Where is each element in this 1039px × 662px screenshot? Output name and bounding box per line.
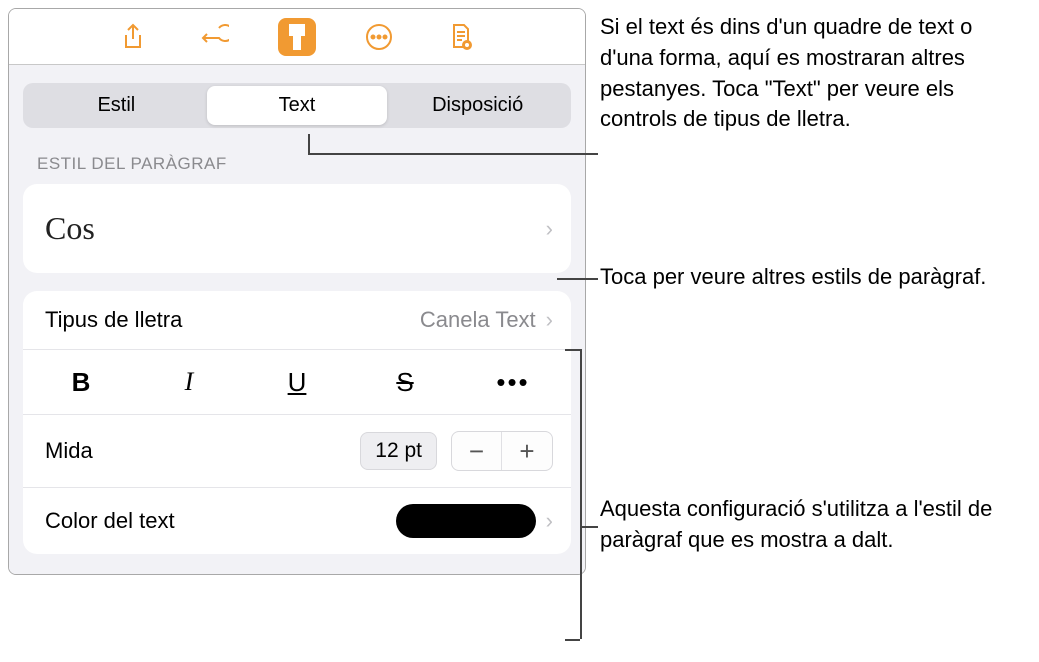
text-style-buttons: B I U S ••• xyxy=(23,350,571,415)
paragraph-style-name: Cos xyxy=(45,210,95,247)
text-color-label: Color del text xyxy=(45,508,175,534)
annotation-paragraph: Toca per veure altres estils de paràgraf… xyxy=(600,262,1020,293)
font-label: Tipus de lletra xyxy=(45,307,182,333)
text-color-row[interactable]: Color del text › xyxy=(23,488,571,554)
font-value-wrap: Canela Text › xyxy=(420,307,553,333)
size-value[interactable]: 12 pt xyxy=(360,432,437,470)
paragraph-style-row[interactable]: Cos › xyxy=(23,184,571,273)
size-increase-button[interactable]: + xyxy=(502,432,552,470)
annotation-tabs: Si el text és dins d'un quadre de text o… xyxy=(600,12,1020,135)
paragraph-style-card: Cos › xyxy=(23,184,571,273)
format-panel: Estil Text Disposició ESTIL DEL PARÀGRAF… xyxy=(8,8,586,575)
color-swatch[interactable] xyxy=(396,504,536,538)
callout-line xyxy=(308,153,598,155)
underline-button[interactable]: U xyxy=(257,360,337,404)
chevron-right-icon: › xyxy=(546,216,553,242)
chevron-right-icon: › xyxy=(546,307,553,333)
share-button[interactable] xyxy=(114,18,152,56)
size-decrease-button[interactable]: − xyxy=(452,432,502,470)
font-settings-card: Tipus de lletra Canela Text › B I U S ••… xyxy=(23,291,571,554)
chevron-right-icon: › xyxy=(546,508,553,534)
document-icon xyxy=(449,23,473,51)
paragraph-section-label: ESTIL DEL PARÀGRAF xyxy=(37,154,571,174)
callout-line xyxy=(580,526,598,528)
callout-line xyxy=(565,639,580,641)
undo-button[interactable] xyxy=(196,18,234,56)
tab-style[interactable]: Estil xyxy=(26,86,207,125)
more-styles-button[interactable]: ••• xyxy=(473,360,553,404)
strikethrough-button[interactable]: S xyxy=(365,360,445,404)
undo-icon xyxy=(201,24,229,50)
size-row: Mida 12 pt − + xyxy=(23,415,571,488)
size-controls: 12 pt − + xyxy=(360,431,553,471)
callout-line xyxy=(308,134,310,153)
callout-line xyxy=(557,278,598,280)
document-button[interactable] xyxy=(442,18,480,56)
size-stepper: − + xyxy=(451,431,553,471)
font-value: Canela Text xyxy=(420,307,536,333)
annotation-settings: Aquesta configuració s'utilitza a l'esti… xyxy=(600,494,1020,556)
callout-line xyxy=(580,349,582,639)
panel-body: Estil Text Disposició ESTIL DEL PARÀGRAF… xyxy=(9,65,585,574)
segmented-control: Estil Text Disposició xyxy=(23,83,571,128)
font-row[interactable]: Tipus de lletra Canela Text › xyxy=(23,291,571,350)
more-button[interactable] xyxy=(360,18,398,56)
format-button[interactable] xyxy=(278,18,316,56)
tab-text[interactable]: Text xyxy=(207,86,388,125)
brush-icon xyxy=(284,23,310,51)
share-icon xyxy=(121,23,145,51)
size-label: Mida xyxy=(45,438,93,464)
more-icon xyxy=(365,23,393,51)
callout-line xyxy=(565,349,580,351)
text-color-value-wrap: › xyxy=(396,504,553,538)
tab-layout[interactable]: Disposició xyxy=(387,86,568,125)
toolbar xyxy=(9,9,585,65)
italic-button[interactable]: I xyxy=(149,360,229,404)
bold-button[interactable]: B xyxy=(41,360,121,404)
